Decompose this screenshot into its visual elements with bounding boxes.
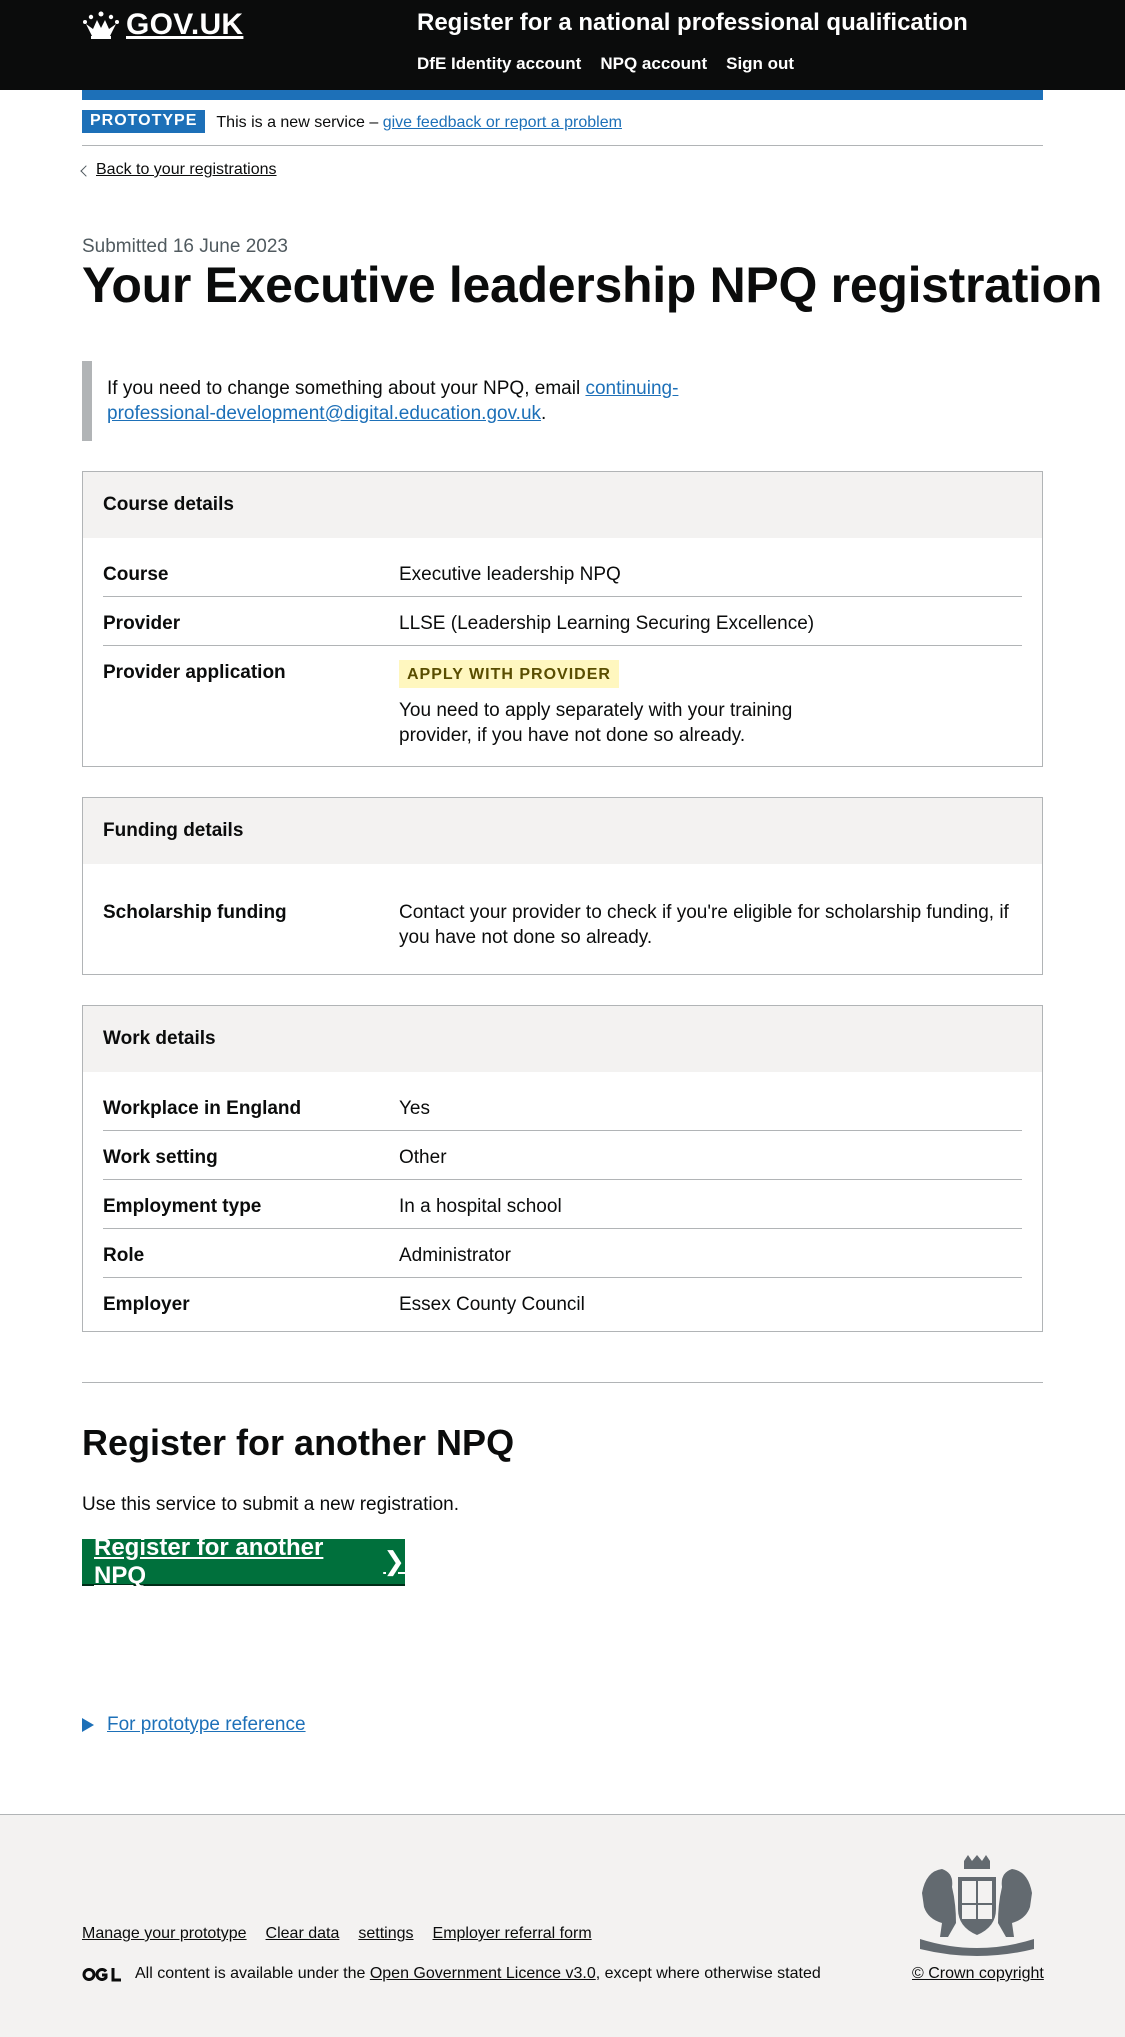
summary-key: Scholarship funding xyxy=(103,902,287,923)
summary-key: Provider application xyxy=(103,662,286,683)
phase-message: This is a new service – xyxy=(216,114,379,131)
royal-coat-of-arms-icon xyxy=(920,1855,1034,1956)
summary-value: Administrator xyxy=(399,1245,511,1266)
footer-licence: All content is available under the Open … xyxy=(82,1965,821,1983)
chevron-left-icon xyxy=(80,164,92,177)
phase-banner: PROTOTYPE This is a new service – give f… xyxy=(82,110,1043,146)
phase-tag: PROTOTYPE xyxy=(82,110,206,133)
register-another-body: Use this service to submit a new registr… xyxy=(82,1494,459,1515)
back-link-container: Back to your registrations xyxy=(80,161,277,179)
nav-npq-account[interactable]: NPQ account xyxy=(600,54,707,74)
crown-copyright: © Crown copyright xyxy=(912,1965,1044,1983)
summary-row: Workplace in England Yes xyxy=(103,1082,1022,1131)
govuk-logo-text: GOV.UK xyxy=(126,8,244,41)
back-link[interactable]: Back to your registrations xyxy=(96,161,277,179)
header-blue-bar xyxy=(82,90,1043,100)
funding-details-card: Funding details Scholarship funding Cont… xyxy=(82,797,1043,975)
summary-row: Scholarship funding Contact your provide… xyxy=(103,886,1022,959)
summary-value: You need to apply separately with your t… xyxy=(399,700,793,746)
licence-prefix: All content is available under the xyxy=(135,1965,366,1982)
card-title: Course details xyxy=(83,472,1042,538)
footer-links: Manage your prototype Clear data setting… xyxy=(82,1925,592,1943)
site-footer: Manage your prototype Clear data setting… xyxy=(0,1814,1125,2037)
card-title: Funding details xyxy=(83,798,1042,864)
summary-value: Yes xyxy=(399,1098,430,1119)
feedback-link[interactable]: give feedback or report a problem xyxy=(383,114,622,131)
triangle-right-icon xyxy=(82,1718,94,1732)
summary-row: Provider LLSE (Leadership Learning Secur… xyxy=(103,597,1022,646)
footer-link-employer-referral[interactable]: Employer referral form xyxy=(433,1925,592,1943)
inset-text: If you need to change something about yo… xyxy=(82,361,782,441)
chevron-right-icon: ❯ xyxy=(383,1546,405,1576)
summary-row: Work setting Other xyxy=(103,1131,1022,1180)
page-caption: Submitted 16 June 2023 xyxy=(82,236,288,257)
summary-key: Employment type xyxy=(103,1196,262,1217)
inset-suffix: . xyxy=(541,403,547,424)
summary-row: Provider application APPLY WITH PROVIDER… xyxy=(103,646,1022,757)
summary-key: Role xyxy=(103,1245,145,1266)
site-header: GOV.UK Register for a national professio… xyxy=(0,0,1125,90)
summary-value: Contact your provider to check if you're… xyxy=(399,902,1009,948)
summary-value: In a hospital school xyxy=(399,1196,562,1217)
summary-value: Essex County Council xyxy=(399,1294,585,1315)
summary-value: LLSE (Leadership Learning Securing Excel… xyxy=(399,613,815,634)
crown-copyright-link[interactable]: © Crown copyright xyxy=(912,1965,1044,1982)
summary-row: Employer Essex County Council xyxy=(103,1278,1022,1326)
register-another-button[interactable]: Register for another NPQ ❯ xyxy=(82,1534,405,1589)
licence-link[interactable]: Open Government Licence v3.0 xyxy=(370,1965,596,1983)
service-name[interactable]: Register for a national professional qua… xyxy=(417,9,968,37)
footer-link-settings[interactable]: settings xyxy=(358,1925,413,1943)
ogl-logo-icon xyxy=(82,1967,121,1981)
section-divider xyxy=(82,1382,1043,1383)
footer-link-manage-prototype[interactable]: Manage your prototype xyxy=(82,1925,247,1943)
summary-row: Course Executive leadership NPQ xyxy=(103,548,1022,597)
summary-key: Course xyxy=(103,564,169,585)
nav-dfe-identity-account[interactable]: DfE Identity account xyxy=(417,54,581,74)
course-details-card: Course details Course Executive leadersh… xyxy=(82,471,1043,767)
phase-text: This is a new service – give feedback or… xyxy=(216,110,622,132)
button-label: Register for another NPQ xyxy=(94,1533,324,1589)
prototype-reference-details[interactable]: For prototype reference xyxy=(82,1714,306,1736)
page-title: Your Executive leadership NPQ registrati… xyxy=(82,257,1103,313)
card-title: Work details xyxy=(83,1006,1042,1072)
licence-suffix: , except where otherwise stated xyxy=(595,1965,821,1982)
work-details-card: Work details Workplace in England Yes Wo… xyxy=(82,1005,1043,1332)
details-summary[interactable]: For prototype reference xyxy=(107,1714,306,1736)
summary-row: Role Administrator xyxy=(103,1229,1022,1278)
summary-value: Other xyxy=(399,1147,447,1168)
register-another-heading: Register for another NPQ xyxy=(82,1422,515,1463)
summary-value: Executive leadership NPQ xyxy=(399,564,621,585)
inset-message: If you need to change something about yo… xyxy=(107,378,581,399)
crown-icon xyxy=(83,11,119,39)
summary-key: Employer xyxy=(103,1294,190,1315)
summary-key: Work setting xyxy=(103,1147,218,1168)
govuk-logo-link[interactable]: GOV.UK xyxy=(82,8,243,42)
nav-sign-out[interactable]: Sign out xyxy=(726,54,794,74)
status-tag: APPLY WITH PROVIDER xyxy=(399,660,619,688)
summary-key: Workplace in England xyxy=(103,1098,302,1119)
summary-row: Employment type In a hospital school xyxy=(103,1180,1022,1229)
footer-link-clear-data[interactable]: Clear data xyxy=(266,1925,340,1943)
summary-key: Provider xyxy=(103,613,181,634)
header-navigation: DfE Identity account NPQ account Sign ou… xyxy=(417,54,794,74)
